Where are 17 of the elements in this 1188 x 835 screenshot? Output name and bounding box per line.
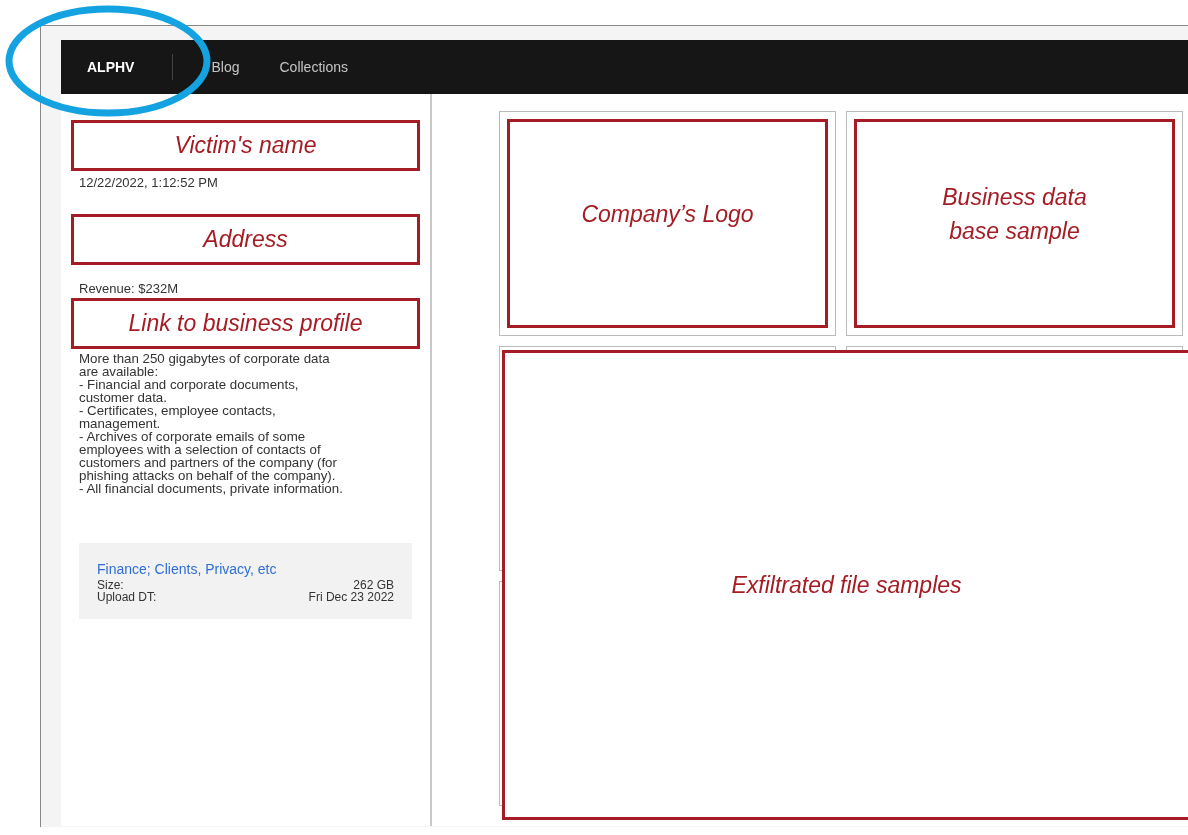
field-label: Size:	[97, 579, 124, 591]
nav-link[interactable]: Blog	[211, 56, 240, 78]
annotation-box: Address	[71, 214, 420, 265]
field-value: Fri Dec 23 2022	[308, 591, 394, 603]
annotation-box: Link to business profile	[71, 298, 420, 349]
brand-logo[interactable]: ALPHV	[61, 54, 174, 80]
post-date: 12/22/2022, 1:12:52 PM	[79, 175, 219, 190]
revenue-text: Revenue: $232M	[79, 281, 179, 296]
files-link[interactable]: Finance; Clients, Privacy, etc	[97, 563, 277, 575]
annotation-box: Victim's name	[71, 120, 420, 171]
annotation-box: Business data base sample	[854, 119, 1175, 328]
field-label: Upload DT:	[97, 591, 157, 603]
field-value: 262 GB	[353, 579, 394, 591]
description-text: More than 250 gigabytes of corporate data are available: - Financial and corporate documents, customer data. - Certificates, employee contacts, management. - Archives of corporate emails of some employees with a selection of contacts of customers and partners of the company (for phishing attacks on behalf of the company). - All financial documents, private information.	[79, 352, 344, 495]
annotation-box: Exfiltrated file samples	[502, 350, 1188, 820]
nav-link[interactable]: Collections	[279, 56, 348, 78]
annotation-box: Company’s Logo	[507, 119, 828, 328]
